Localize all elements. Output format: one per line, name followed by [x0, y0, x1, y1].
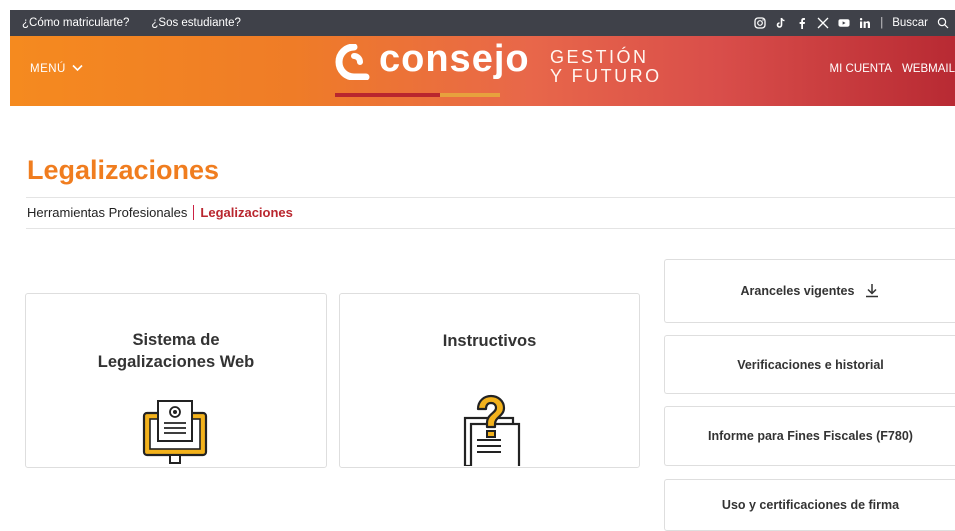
logo-tagline: GESTIÓN Y FUTURO — [550, 48, 662, 86]
link-sos-estudiante[interactable]: ¿Sos estudiante? — [151, 17, 241, 29]
tiktok-icon[interactable] — [775, 17, 787, 29]
breadcrumb: Herramientas Profesionales Legalizacione… — [27, 205, 293, 220]
linkedin-icon[interactable] — [859, 17, 871, 29]
mi-cuenta-link[interactable]: MI CUENTA — [830, 63, 892, 75]
aranceles-vigentes-label: Aranceles vigentes — [740, 284, 855, 298]
youtube-icon[interactable] — [838, 17, 850, 29]
breadcrumb-item-herramientas[interactable]: Herramientas Profesionales — [27, 205, 187, 220]
main-header: MENÚ consejo GESTIÓN Y FUTURO MI CUENTA … — [10, 36, 955, 106]
informe-fines-fiscales-label: Informe para Fines Fiscales (F780) — [708, 429, 913, 443]
uso-certificaciones-firma-button[interactable]: Uso y certificaciones de firma — [664, 479, 955, 531]
menu-label: MENÚ — [30, 63, 66, 75]
logo-gestion: GESTIÓN — [550, 47, 649, 67]
link-como-matricularte[interactable]: ¿Cómo matricularte? — [22, 17, 129, 29]
card-sistema-legalizaciones[interactable]: Sistema de Legalizaciones Web — [25, 293, 327, 468]
verificaciones-historial-button[interactable]: Verificaciones e historial — [664, 335, 955, 394]
breadcrumb-divider-bottom — [26, 228, 955, 229]
aranceles-vigentes-button[interactable]: Aranceles vigentes — [664, 259, 955, 323]
facebook-icon[interactable] — [796, 17, 808, 29]
logo-underline-red — [335, 93, 440, 97]
document-monitor-icon — [136, 399, 216, 472]
logo-futuro: Y FUTURO — [550, 66, 662, 86]
instagram-icon[interactable] — [754, 17, 766, 29]
uso-certificaciones-firma-label: Uso y certificaciones de firma — [721, 498, 900, 512]
card-instructivos[interactable]: Instructivos — [339, 293, 640, 471]
logo-underline-yellow — [440, 93, 500, 97]
consejo-logo-mark — [335, 43, 373, 81]
top-bar: ¿Cómo matricularte? ¿Sos estudiante? | B… — [10, 10, 955, 36]
breadcrumb-separator — [193, 205, 195, 220]
verificaciones-historial-label: Verificaciones e historial — [737, 357, 884, 372]
breadcrumb-item-current: Legalizaciones — [200, 205, 293, 220]
menu-button[interactable]: MENÚ — [30, 63, 83, 75]
page-title: Legalizaciones — [27, 155, 220, 185]
informe-fines-fiscales-button[interactable]: Informe para Fines Fiscales (F780) — [664, 406, 955, 466]
card-title-line1: Sistema de — [132, 331, 220, 349]
question-document-icon — [461, 394, 525, 471]
card-title-line2: Legalizaciones Web — [97, 353, 255, 371]
logo-word: consejo — [379, 38, 530, 80]
webmail-link[interactable]: WEBMAIL — [902, 63, 955, 75]
card-title: Instructivos — [442, 332, 537, 350]
header-links: MI CUENTA WEBMAIL — [830, 63, 955, 75]
topbar-right: | Buscar — [754, 10, 949, 36]
consejo-logo[interactable]: consejo GESTIÓN Y FUTURO — [335, 38, 665, 100]
download-icon — [864, 282, 880, 301]
search-icon[interactable] — [937, 17, 949, 29]
breadcrumb-divider-top — [26, 197, 955, 198]
chevron-down-icon — [72, 63, 83, 75]
x-icon[interactable] — [817, 17, 829, 29]
card-title: Sistema de Legalizaciones Web — [26, 329, 326, 373]
search-label[interactable]: Buscar — [892, 17, 928, 29]
topbar-separator: | — [880, 17, 884, 29]
